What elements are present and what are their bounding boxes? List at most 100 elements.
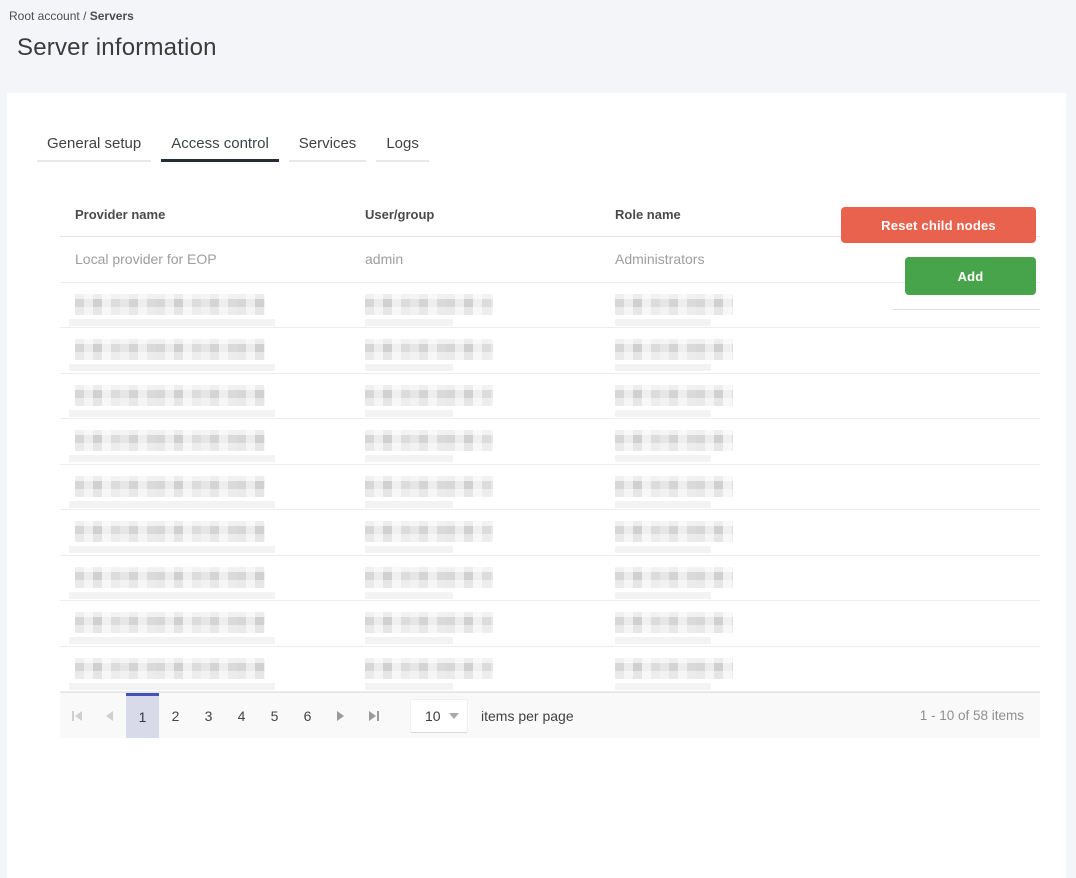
redacted-text [615, 339, 733, 360]
redacted-text [365, 475, 493, 497]
redacted-text [69, 546, 275, 553]
cell-user-group: admin [365, 251, 404, 268]
redacted-text [75, 339, 265, 360]
cell-role-name-redacted [600, 328, 1040, 373]
tab-access-control[interactable]: Access control [161, 129, 279, 162]
redacted-text [75, 475, 265, 497]
table-row-redacted[interactable] [60, 647, 1040, 692]
add-button[interactable]: Add [905, 257, 1036, 295]
cell-user-group-redacted [350, 556, 600, 601]
redacted-text [365, 455, 453, 462]
page-button-5[interactable]: 5 [258, 693, 291, 738]
page-button-4[interactable]: 4 [225, 693, 258, 738]
table-row-redacted[interactable] [60, 465, 1040, 510]
breadcrumb: Root account / Servers [9, 9, 1076, 23]
breadcrumb-root[interactable]: Root account [9, 9, 80, 23]
redacted-text [365, 657, 493, 679]
table-row-redacted[interactable] [60, 328, 1040, 374]
first-page-icon [71, 710, 74, 721]
last-page-button[interactable] [357, 693, 390, 738]
redacted-text [615, 637, 711, 644]
reset-child-nodes-button[interactable]: Reset child nodes [841, 207, 1036, 243]
table-row-redacted[interactable] [60, 374, 1040, 419]
redacted-text [365, 500, 453, 508]
redacted-text [365, 409, 453, 417]
cell-role-name-redacted [600, 374, 1040, 419]
redacted-rows [60, 283, 1040, 692]
cell-user-group-redacted [350, 601, 600, 646]
redacted-text [365, 591, 453, 599]
tab-general-setup[interactable]: General setup [37, 129, 152, 162]
redacted-text [615, 318, 711, 326]
page-button-2[interactable]: 2 [159, 693, 192, 738]
redacted-text [69, 455, 275, 462]
page-button-3[interactable]: 3 [192, 693, 225, 738]
tab-logs[interactable]: Logs [376, 129, 429, 162]
cell-user-group-redacted [350, 510, 600, 555]
redacted-text [615, 566, 733, 588]
previous-page-button[interactable] [93, 693, 126, 738]
redacted-text [615, 293, 733, 315]
redacted-text [615, 430, 733, 451]
redacted-text [615, 475, 733, 497]
cell-user-group-redacted [350, 647, 600, 692]
cell-provider-name-redacted [60, 465, 350, 510]
cell-provider-name-redacted [60, 328, 350, 373]
cell-provider-name-redacted [60, 556, 350, 601]
tab-label: Access control [171, 135, 269, 152]
column-header-provider-name[interactable]: Provider name [60, 207, 350, 222]
cell-role-name-redacted [600, 647, 1040, 692]
cell-role-name-redacted [600, 465, 1040, 510]
redacted-text [75, 566, 265, 588]
next-page-icon [337, 710, 344, 721]
breadcrumb-separator: / [83, 9, 87, 23]
page-button-1[interactable]: 1 [126, 693, 159, 738]
redacted-text [365, 546, 453, 553]
pagination-bar: 1 2 3 4 5 6 10 items per page 1 - 10 of … [60, 692, 1040, 738]
content-card: General setup Access control Services Lo… [7, 93, 1066, 878]
page-button-6[interactable]: 6 [291, 693, 324, 738]
tab-label: Logs [386, 135, 419, 152]
redacted-text [69, 500, 275, 508]
redacted-text [69, 409, 275, 417]
redacted-text [365, 364, 453, 371]
cell-user-group-redacted [350, 374, 600, 419]
cell-role-name-redacted [600, 419, 1040, 464]
last-page-icon [368, 710, 376, 721]
redacted-text [365, 612, 493, 633]
next-page-button[interactable] [324, 693, 357, 738]
tab-strip: General setup Access control Services Lo… [37, 129, 1066, 162]
cell-role-name-redacted [600, 510, 1040, 555]
cell-provider-name-redacted [60, 601, 350, 646]
tab-services[interactable]: Services [288, 129, 367, 162]
page-size-select[interactable]: 10 [410, 698, 468, 733]
redacted-text [615, 409, 711, 417]
table-row-redacted[interactable] [60, 419, 1040, 465]
toolbar-divider [893, 309, 1040, 310]
cell-provider-name-redacted [60, 374, 350, 419]
page-size-value: 10 [425, 707, 441, 724]
table-row-redacted[interactable] [60, 510, 1040, 556]
previous-page-icon [106, 710, 113, 721]
redacted-text [69, 637, 275, 644]
redacted-text [75, 612, 265, 633]
cell-provider-name: Local provider for EOP [75, 251, 217, 268]
cell-user-group-redacted [350, 328, 600, 373]
cell-provider-name-redacted [60, 510, 350, 555]
top-bar: Root account / Servers Server informatio… [0, 0, 1076, 62]
redacted-text [69, 364, 275, 371]
redacted-text [365, 521, 493, 542]
table-row-redacted[interactable] [60, 601, 1040, 647]
column-header-user-group[interactable]: User/group [350, 207, 600, 222]
table-row-redacted[interactable] [60, 556, 1040, 601]
first-page-button[interactable] [60, 693, 93, 738]
page-title: Server information [17, 34, 217, 61]
redacted-text [365, 384, 493, 406]
redacted-text [365, 637, 453, 644]
cell-user-group-redacted [350, 419, 600, 464]
cell-user-group-redacted [350, 283, 600, 328]
redacted-text [615, 384, 733, 406]
redacted-text [75, 657, 265, 679]
breadcrumb-current: Servers [89, 9, 134, 23]
redacted-text [615, 521, 733, 542]
